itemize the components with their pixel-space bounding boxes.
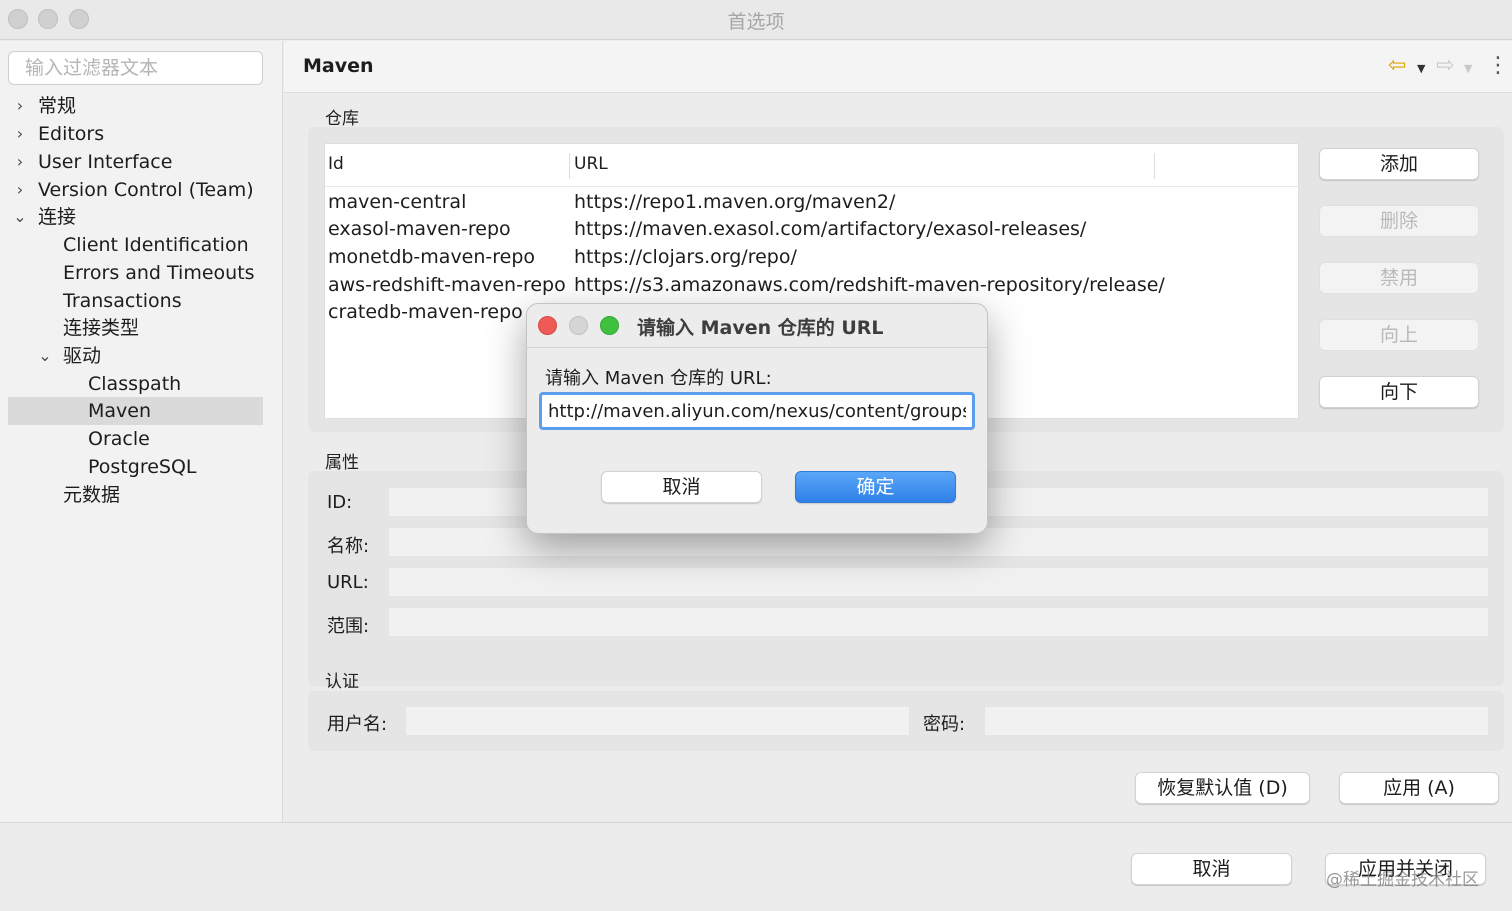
table-cell-url[interactable]: https://repo1.maven.org/maven2/ [574, 189, 895, 215]
tree-item-label: 常规 [38, 95, 77, 117]
url-input-dialog: 请输入 Maven 仓库的 URL 请输入 Maven 仓库的 URL: 取消 … [526, 303, 988, 534]
column-separator [569, 153, 570, 179]
props-section-label: 属性 [325, 453, 359, 473]
disable-repo-button[interactable]: 禁用 [1319, 262, 1479, 294]
chevron-right-icon[interactable]: › [12, 148, 28, 176]
table-cell-id[interactable]: aws-redshift-maven-repo [328, 272, 566, 298]
tree-item-label: Version Control (Team) [38, 179, 254, 201]
tree-item-label: PostgreSQL [88, 456, 197, 478]
back-arrow-icon[interactable]: ⇦ [1388, 55, 1406, 77]
tree-item-general[interactable]: › 常规 [12, 92, 272, 120]
repo-url-input[interactable] [539, 392, 975, 430]
dialog-minimize-button[interactable] [569, 316, 588, 335]
add-repo-button[interactable]: 添加 [1319, 148, 1479, 180]
tree-item-drivers[interactable]: ⌄ 驱动 [37, 342, 272, 370]
repo-section-label: 仓库 [325, 109, 359, 129]
dialog-ok-button[interactable]: 确定 [795, 471, 956, 503]
column-header-url[interactable]: URL [574, 154, 608, 174]
column-header-id[interactable]: Id [328, 154, 344, 174]
move-up-button[interactable]: 向上 [1319, 319, 1479, 351]
forward-arrow-icon[interactable]: ⇨ [1436, 55, 1454, 77]
dialog-titlebar: 请输入 Maven 仓库的 URL [527, 304, 987, 348]
field-label-id: ID: [327, 492, 353, 513]
tree-item-transactions[interactable]: Transactions [63, 287, 273, 315]
header-divider [325, 186, 1300, 187]
table-cell-id[interactable]: exasol-maven-repo [328, 216, 511, 242]
tree-item-connections[interactable]: ⌄ 连接 [12, 203, 272, 231]
column-separator [1154, 153, 1155, 179]
preferences-sidebar: › 常规 › Editors › User Interface › Versio… [0, 41, 283, 822]
field-label-username: 用户名: [327, 714, 388, 735]
chevron-right-icon[interactable]: › [12, 120, 28, 148]
tree-item-client-identification[interactable]: Client Identification [63, 231, 273, 259]
window-title: 首选项 [727, 11, 785, 33]
tree-item-user-interface[interactable]: › User Interface [12, 148, 272, 176]
tree-item-label: Classpath [88, 373, 182, 395]
tree-item-classpath[interactable]: Classpath [88, 370, 273, 398]
field-label-name: 名称: [327, 536, 370, 557]
tree-item-version-control[interactable]: › Version Control (Team) [12, 176, 272, 204]
tree-item-label: Transactions [63, 290, 182, 312]
field-label-password: 密码: [923, 714, 966, 735]
tree-item-metadata[interactable]: 元数据 [63, 481, 273, 509]
table-cell-url[interactable]: https://s3.amazonaws.com/redshift-maven-… [574, 272, 1165, 298]
tree-item-label: User Interface [38, 151, 173, 173]
filter-input[interactable] [8, 51, 263, 85]
dialog-title: 请输入 Maven 仓库的 URL [637, 317, 884, 339]
url-field[interactable] [388, 567, 1489, 597]
tree-item-label: Oracle [88, 428, 150, 450]
window-titlebar: 首选项 [0, 0, 1512, 40]
scope-field[interactable] [388, 607, 1489, 637]
table-cell-id[interactable]: cratedb-maven-repo [328, 299, 523, 325]
tree-item-label: 连接类型 [63, 317, 140, 339]
dialog-prompt: 请输入 Maven 仓库的 URL: [545, 368, 772, 389]
watermark: @稀土掘金技术社区 [1326, 870, 1479, 890]
table-cell-url[interactable]: https://clojars.org/repo/ [574, 244, 797, 270]
tree-item-editors[interactable]: › Editors [12, 120, 272, 148]
table-cell-id[interactable]: maven-central [328, 189, 466, 215]
apply-button[interactable]: 应用 (A) [1339, 772, 1499, 804]
dialog-zoom-button[interactable] [600, 316, 619, 335]
tree-item-label: Editors [38, 123, 105, 145]
chevron-down-icon[interactable]: ⌄ [37, 342, 53, 370]
page-header: Maven ⇦ ▼ ⇨ ▼ ⋮ [284, 41, 1512, 93]
back-dropdown-icon[interactable]: ▼ [1417, 58, 1425, 80]
tree-item-label: Errors and Timeouts [63, 262, 255, 284]
auth-section-label: 认证 [325, 672, 359, 692]
tree-item-connection-types[interactable]: 连接类型 [63, 314, 273, 342]
delete-repo-button[interactable]: 删除 [1319, 205, 1479, 237]
cancel-button[interactable]: 取消 [1131, 853, 1292, 885]
page-title: Maven [303, 55, 374, 77]
forward-dropdown-icon[interactable]: ▼ [1464, 58, 1472, 80]
chevron-right-icon[interactable]: › [12, 176, 28, 204]
password-field[interactable] [984, 706, 1489, 736]
tree-item-oracle[interactable]: Oracle [88, 425, 273, 453]
tree-item-label: Client Identification [63, 234, 249, 256]
more-menu-icon[interactable]: ⋮ [1487, 55, 1509, 77]
username-field[interactable] [405, 706, 910, 736]
tree-item-label: Maven [88, 400, 152, 422]
dialog-close-button[interactable] [538, 316, 557, 335]
table-cell-url[interactable]: https://maven.exasol.com/artifactory/exa… [574, 216, 1086, 242]
tree-item-postgresql[interactable]: PostgreSQL [88, 453, 273, 481]
field-label-scope: 范围: [327, 616, 370, 637]
table-cell-id[interactable]: monetdb-maven-repo [328, 244, 535, 270]
restore-defaults-button[interactable]: 恢复默认值 (D) [1135, 772, 1310, 804]
tree-item-label: 驱动 [63, 345, 102, 367]
chevron-down-icon[interactable]: ⌄ [12, 203, 28, 231]
tree-item-label: 连接 [38, 206, 77, 228]
tree-item-label: 元数据 [63, 484, 121, 506]
move-down-button[interactable]: 向下 [1319, 376, 1479, 408]
tree-item-errors-timeouts[interactable]: Errors and Timeouts [63, 259, 273, 287]
field-label-url: URL: [327, 572, 369, 593]
dialog-footer: 取消 应用并关闭 [0, 822, 1512, 911]
dialog-cancel-button[interactable]: 取消 [601, 471, 762, 503]
tree-item-maven[interactable]: Maven [8, 397, 263, 425]
chevron-right-icon[interactable]: › [12, 92, 28, 120]
